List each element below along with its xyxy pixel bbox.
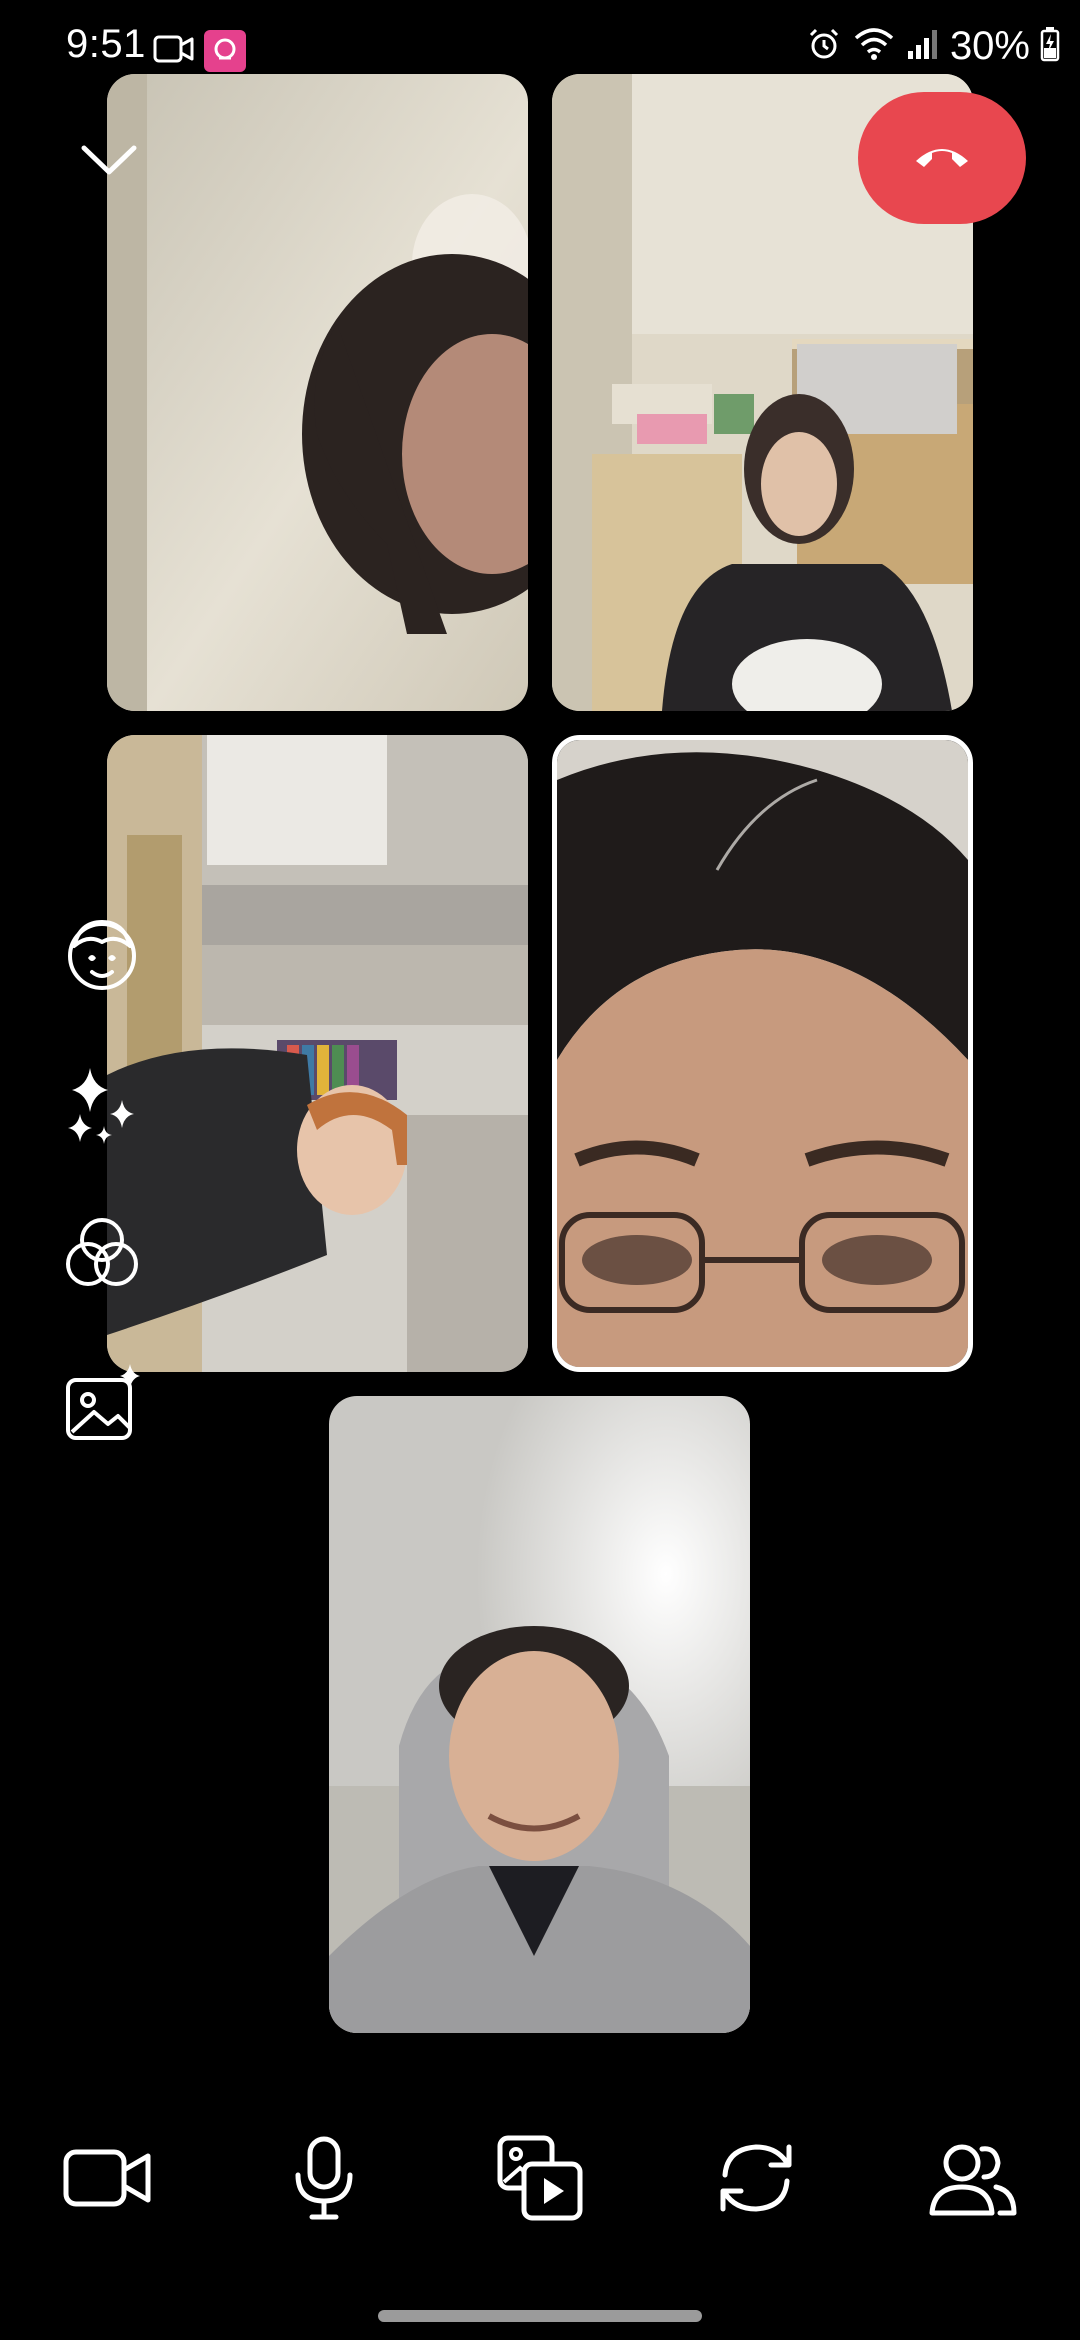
end-call-button[interactable] [858, 92, 1026, 224]
wifi-icon [852, 26, 896, 67]
face-filter-icon [60, 912, 144, 1001]
participant-video-3 [107, 735, 528, 1372]
home-indicator[interactable] [378, 2310, 702, 2322]
color-filter-icon [60, 1210, 144, 1299]
participants-button[interactable] [922, 2130, 1022, 2230]
status-right-icons: 30% [806, 24, 1060, 69]
signal-icon [906, 27, 940, 66]
alarm-icon [806, 26, 842, 67]
video-camera-icon [60, 2138, 156, 2223]
app-notification-icon [204, 30, 246, 72]
participant-video-1 [107, 74, 528, 711]
battery-percent: 30% [949, 24, 1030, 68]
battery-charging-icon [1040, 26, 1060, 67]
video-camera-status-icon [152, 32, 196, 71]
collapse-button[interactable] [74, 130, 144, 190]
flip-camera-icon [711, 2133, 801, 2228]
status-time: 9:51 [66, 22, 146, 66]
media-share-icon [492, 2130, 588, 2231]
participant-tile-4-active[interactable] [552, 735, 973, 1372]
participant-video-4 [557, 740, 968, 1367]
participant-tile-1[interactable] [107, 74, 528, 711]
participant-video-5 [329, 1396, 750, 2033]
color-filter-button[interactable] [56, 1208, 148, 1300]
background-image-icon [60, 1362, 144, 1451]
media-share-button[interactable] [490, 2130, 590, 2230]
face-filter-button[interactable] [56, 910, 148, 1002]
end-call-icon [912, 141, 972, 176]
participants-icon [924, 2133, 1020, 2228]
chevron-down-icon [74, 145, 144, 194]
status-left-icons [152, 30, 246, 72]
microphone-button[interactable] [274, 2130, 374, 2230]
effects-button[interactable] [56, 1060, 148, 1152]
flip-camera-button[interactable] [706, 2130, 806, 2230]
microphone-icon [284, 2133, 364, 2228]
participant-tile-3[interactable] [107, 735, 528, 1372]
participant-tile-5-self[interactable] [329, 1396, 750, 2033]
sparkle-effects-icon [60, 1062, 144, 1151]
camera-toggle-button[interactable] [58, 2130, 158, 2230]
background-button[interactable] [56, 1360, 148, 1452]
